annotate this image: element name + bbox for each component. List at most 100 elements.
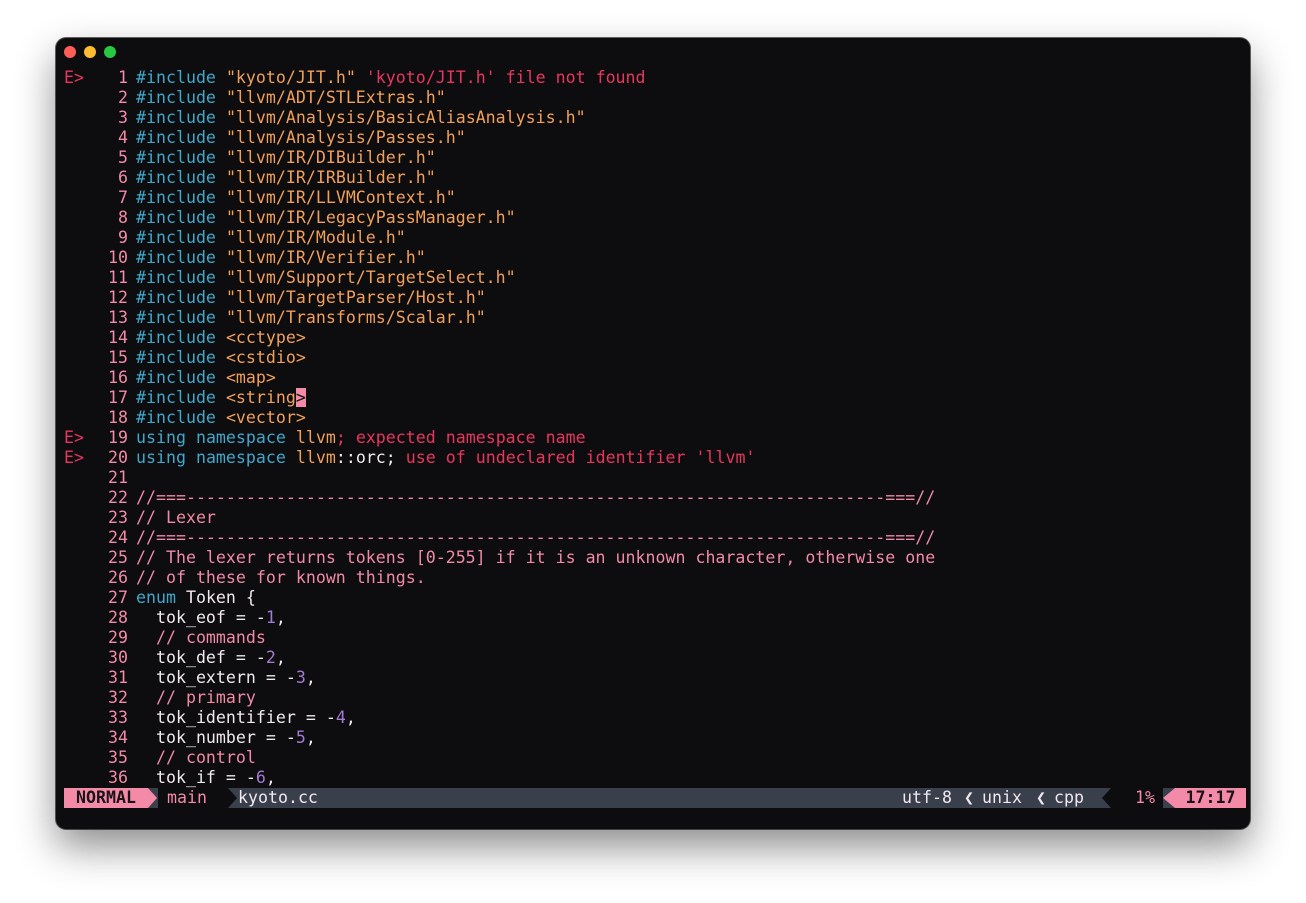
line-number: 12: [108, 288, 128, 307]
code-line[interactable]: E> 20 using namespace llvm::orc; use of un…: [64, 448, 1250, 468]
line-number: 9: [118, 228, 128, 247]
code-line[interactable]: 30 tok_def = -2,: [64, 648, 1250, 668]
line-number: 22: [108, 488, 128, 507]
line-number: 17: [108, 388, 128, 407]
code-line[interactable]: 26 // of these for known things.: [64, 568, 1250, 588]
code-text: tok_extern = -3,: [136, 668, 316, 687]
code-token: // commands: [136, 628, 266, 647]
code-line[interactable]: 35 // control: [64, 748, 1250, 768]
code-line[interactable]: E> 1 #include "kyoto/JIT.h" 'kyoto/JIT.h' …: [64, 68, 1250, 88]
code-line[interactable]: 18 #include <vector>: [64, 408, 1250, 428]
maximize-window-button[interactable]: [104, 46, 116, 58]
code-token: enum: [136, 588, 176, 607]
line-number: 25: [108, 548, 128, 567]
code-token: #include: [136, 408, 216, 427]
line-number: 31: [108, 668, 128, 687]
code-token: "llvm/IR/LLVMContext.h": [225, 188, 456, 207]
file-encoding: utf-8: [902, 788, 952, 807]
code-line[interactable]: 14 #include <cctype>: [64, 328, 1250, 348]
code-line[interactable]: 31 tok_extern = -3,: [64, 668, 1250, 688]
code-line[interactable]: 17 #include <string>: [64, 388, 1250, 408]
code-token: ,: [305, 668, 316, 687]
code-token: "llvm/Analysis/BasicAliasAnalysis.h": [225, 108, 586, 127]
code-line[interactable]: 11 #include "llvm/Support/TargetSelect.h": [64, 268, 1250, 288]
code-token: // The lexer returns tokens [0-255] if i…: [136, 548, 936, 567]
code-token: tok_def = -: [136, 648, 266, 667]
code-text: tok_eof = -1,: [136, 608, 286, 627]
percent-separator-arrow: [1102, 788, 1111, 808]
code-token: #include: [136, 288, 216, 307]
code-line[interactable]: 23 // Lexer: [64, 508, 1250, 528]
line-number: 32: [108, 688, 128, 707]
code-token: #include: [136, 248, 216, 267]
code-token: "llvm/Support/TargetSelect.h": [225, 268, 516, 287]
code-line[interactable]: 6 #include "llvm/IR/IRBuilder.h": [64, 168, 1250, 188]
code-line[interactable]: 12 #include "llvm/TargetParser/Host.h": [64, 288, 1250, 308]
code-text: #include "llvm/TargetParser/Host.h": [136, 288, 486, 307]
code-line[interactable]: 7 #include "llvm/IR/LLVMContext.h": [64, 188, 1250, 208]
mode-indicator: NORMAL: [64, 788, 148, 808]
line-number: 18: [108, 408, 128, 427]
code-text: #include "llvm/IR/Module.h": [136, 228, 406, 247]
code-text: #include "llvm/IR/LegacyPassManager.h": [136, 208, 516, 227]
code-editor[interactable]: E> 1 #include "kyoto/JIT.h" 'kyoto/JIT.h' …: [64, 68, 1250, 788]
code-line[interactable]: 28 tok_eof = -1,: [64, 608, 1250, 628]
code-line[interactable]: 33 tok_identifier = -4,: [64, 708, 1250, 728]
code-token: llvm: [295, 428, 336, 447]
code-line[interactable]: 8 #include "llvm/IR/LegacyPassManager.h": [64, 208, 1250, 228]
code-token: //===-----------------------------------…: [136, 528, 936, 547]
code-token: #include: [136, 128, 216, 147]
code-token: "kyoto/JIT.h": [225, 68, 356, 87]
code-token: ,: [345, 708, 356, 727]
code-text: #include <vector>: [136, 408, 306, 427]
code-line[interactable]: 29 // commands: [64, 628, 1250, 648]
code-text: #include "llvm/IR/Verifier.h": [136, 248, 426, 267]
position-separator-arrow: [1163, 788, 1175, 808]
code-token: 3: [295, 668, 306, 687]
code-line[interactable]: 16 #include <map>: [64, 368, 1250, 388]
code-line[interactable]: 13 #include "llvm/Transforms/Scalar.h": [64, 308, 1250, 328]
code-line[interactable]: 36 tok_if = -6,: [64, 768, 1250, 788]
code-line[interactable]: 2 #include "llvm/ADT/STLExtras.h": [64, 88, 1250, 108]
code-line[interactable]: 3 #include "llvm/Analysis/BasicAliasAnaly…: [64, 108, 1250, 128]
code-line[interactable]: 9 #include "llvm/IR/Module.h": [64, 228, 1250, 248]
code-token: 'kyoto/JIT.h' file not found: [355, 68, 646, 87]
line-number: 13: [108, 308, 128, 327]
code-token: #include: [136, 188, 216, 207]
minimize-window-button[interactable]: [84, 46, 96, 58]
line-number: 20: [108, 448, 128, 467]
code-text: // The lexer returns tokens [0-255] if i…: [136, 548, 935, 567]
code-line[interactable]: 25 // The lexer returns tokens [0-255] if…: [64, 548, 1250, 568]
code-token: "llvm/ADT/STLExtras.h": [225, 88, 446, 107]
code-line[interactable]: 27 enum Token {: [64, 588, 1250, 608]
code-line[interactable]: 24 //===---------------------------------…: [64, 528, 1250, 548]
code-line[interactable]: 34 tok_number = -5,: [64, 728, 1250, 748]
code-token: #include: [136, 108, 216, 127]
code-line[interactable]: 5 #include "llvm/IR/DIBuilder.h": [64, 148, 1250, 168]
text-cursor: >: [295, 388, 306, 407]
code-line[interactable]: 21: [64, 468, 1250, 488]
code-line[interactable]: 4 #include "llvm/Analysis/Passes.h": [64, 128, 1250, 148]
code-text: #include "llvm/Analysis/BasicAliasAnalys…: [136, 108, 586, 127]
code-line[interactable]: E> 19 using namespace llvm; expected names…: [64, 428, 1250, 448]
scroll-percent: 1%: [1111, 788, 1163, 808]
code-token: #include: [136, 328, 216, 347]
code-text: #include "llvm/Analysis/Passes.h": [136, 128, 466, 147]
code-line[interactable]: 32 // primary: [64, 688, 1250, 708]
code-line[interactable]: 15 #include <cstdio>: [64, 348, 1250, 368]
code-line[interactable]: 10 #include "llvm/IR/Verifier.h": [64, 248, 1250, 268]
close-window-button[interactable]: [64, 46, 76, 58]
code-text: #include "llvm/ADT/STLExtras.h": [136, 88, 446, 107]
code-line[interactable]: 22 //===---------------------------------…: [64, 488, 1250, 508]
